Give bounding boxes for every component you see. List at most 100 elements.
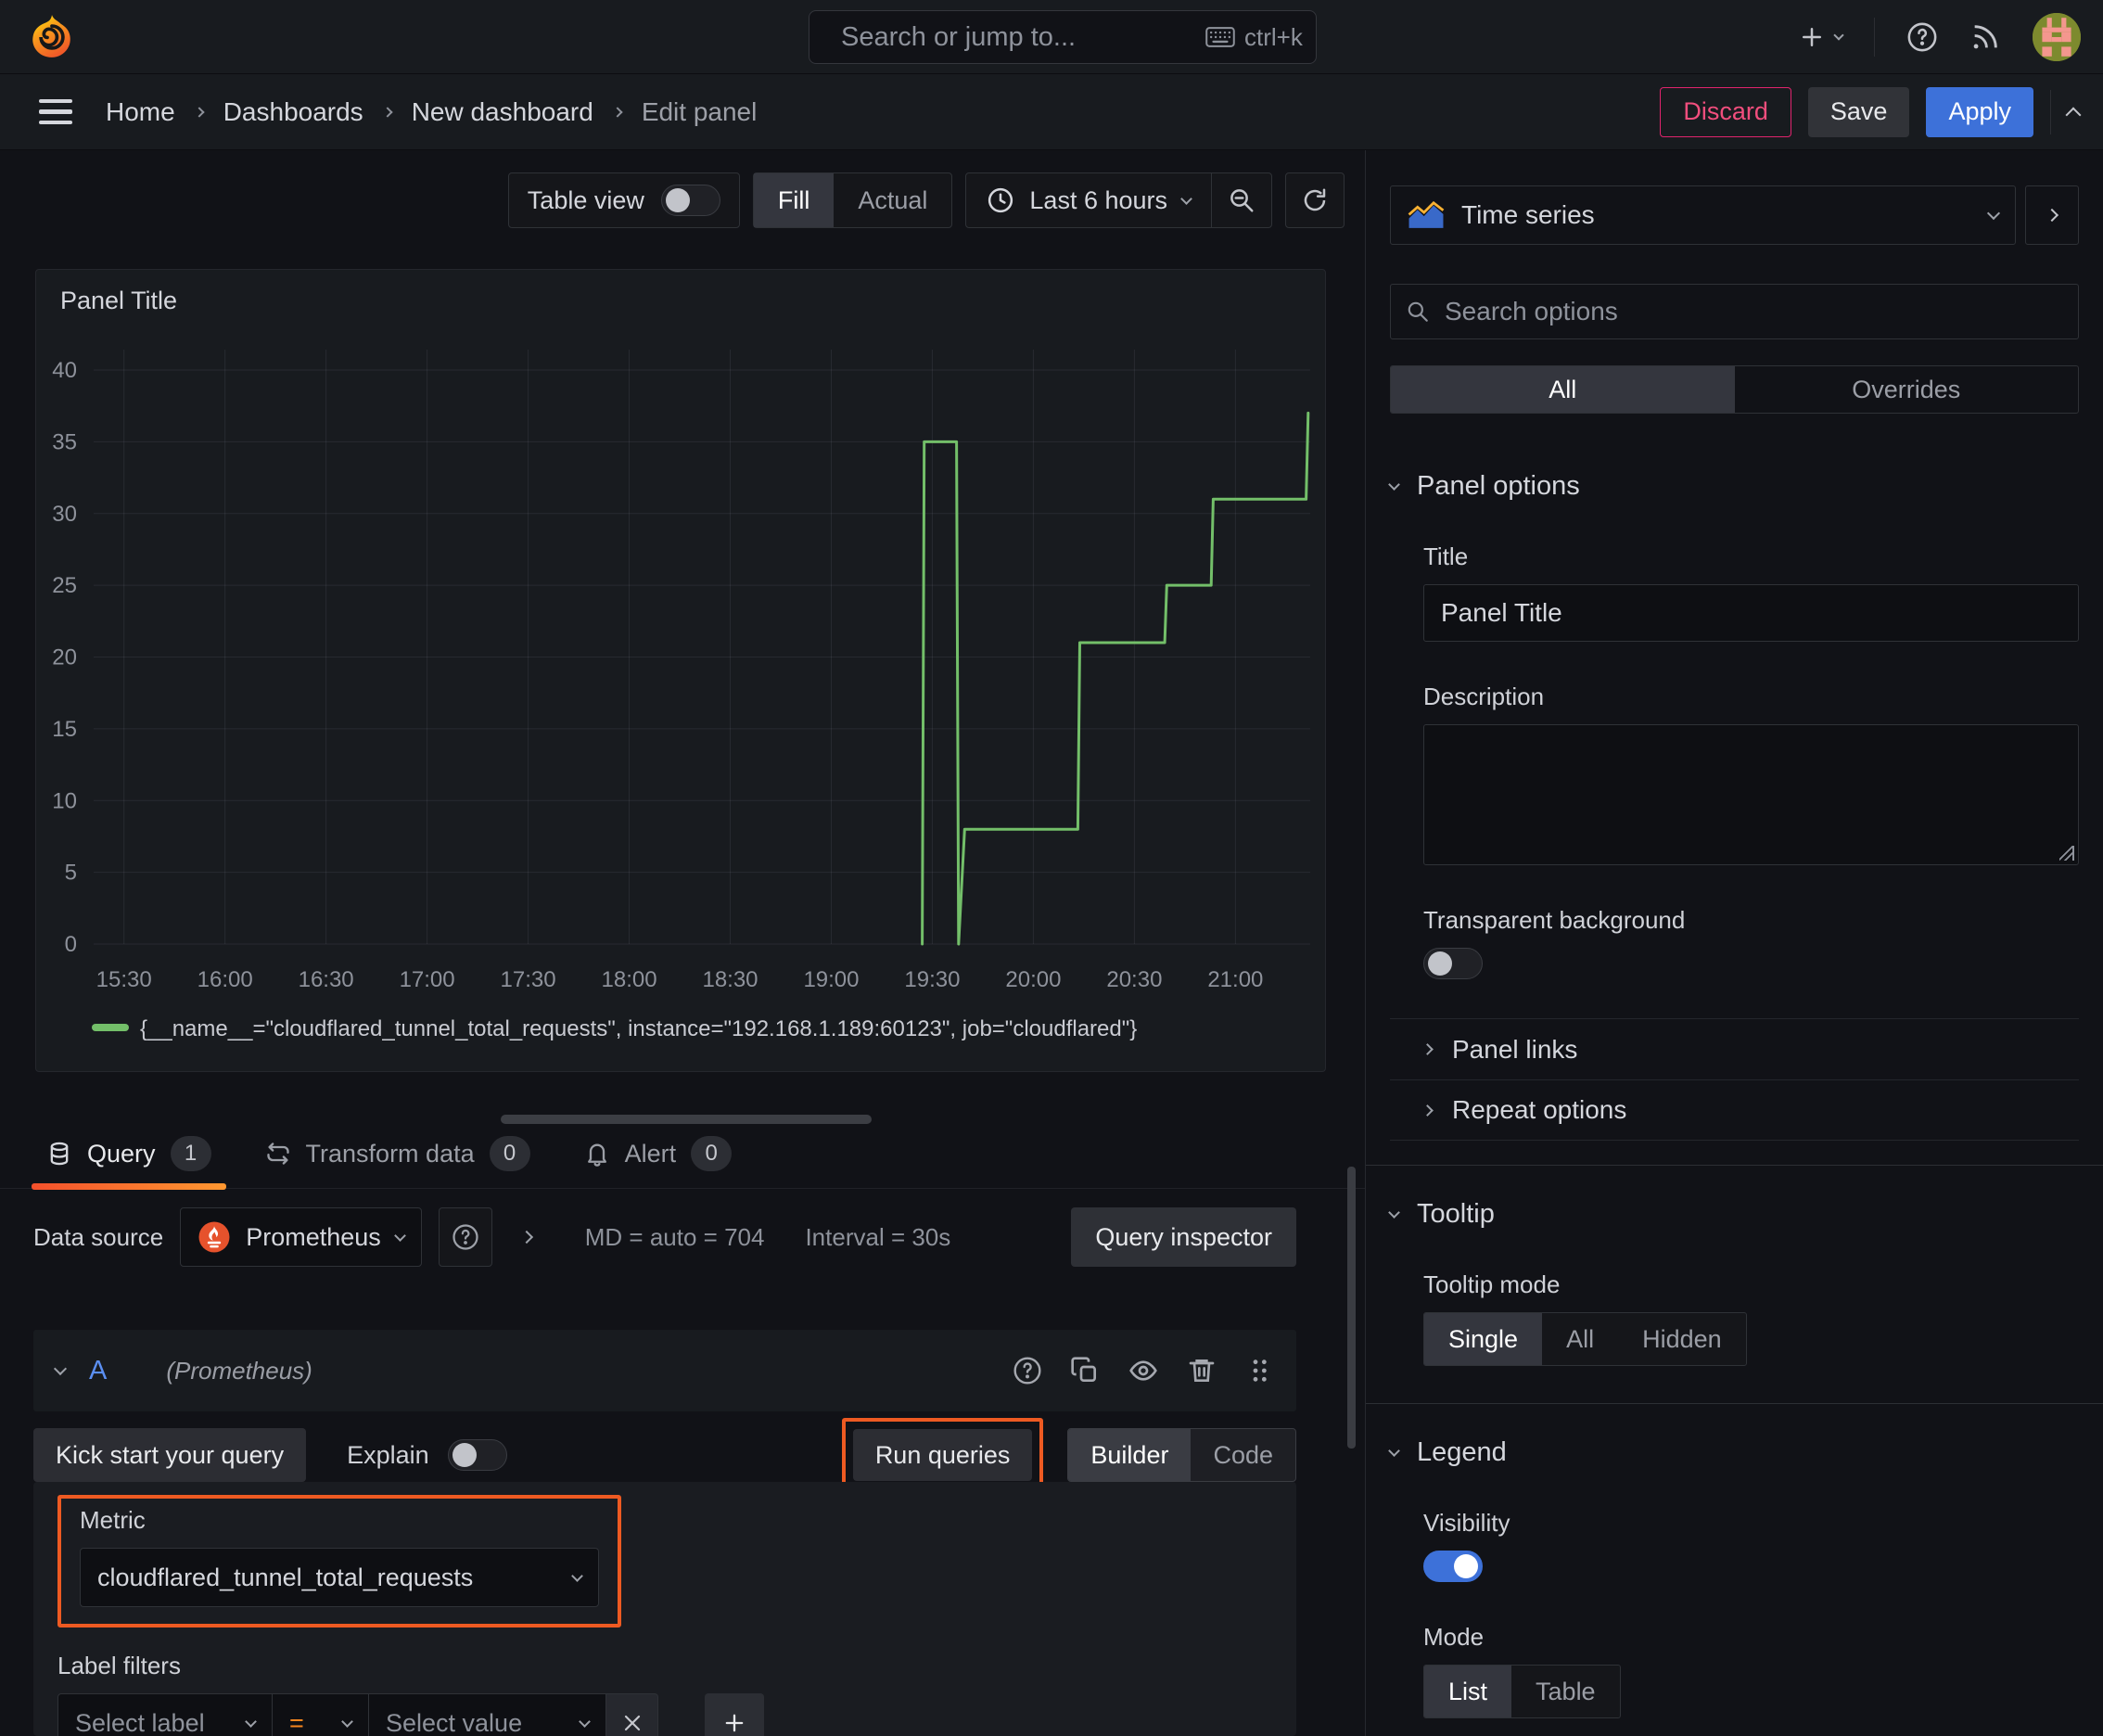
tab-alert[interactable]: Alert 0: [569, 1136, 747, 1188]
legend-header[interactable]: Legend: [1388, 1437, 2079, 1468]
question-circle-icon[interactable]: [1013, 1356, 1042, 1385]
breadcrumb-new-dashboard[interactable]: New dashboard: [412, 97, 593, 127]
svg-text:19:30: 19:30: [904, 967, 960, 992]
repeat-options-section[interactable]: Repeat options: [1390, 1079, 2079, 1141]
svg-text:20:00: 20:00: [1005, 967, 1061, 992]
select-label-dropdown[interactable]: Select label: [57, 1693, 273, 1736]
drag-grip-icon[interactable]: [1244, 1356, 1274, 1385]
vertical-scrollbar[interactable]: [1347, 1167, 1356, 1449]
run-queries-button[interactable]: Run queries: [852, 1429, 1033, 1481]
legend-visibility-label: Visibility: [1423, 1509, 1510, 1537]
help-icon[interactable]: [1906, 21, 1938, 53]
nav-bar: Home Dashboards New dashboard Edit panel…: [0, 74, 2103, 150]
kick-start-button[interactable]: Kick start your query: [33, 1428, 307, 1482]
discard-button[interactable]: Discard: [1660, 86, 1791, 137]
tab-transform-data[interactable]: Transform data 0: [250, 1136, 545, 1188]
code-option[interactable]: Code: [1191, 1429, 1295, 1481]
tab-overrides[interactable]: Overrides: [1735, 366, 2079, 413]
title-label: Title: [1423, 542, 1469, 570]
metric-label: Metric: [80, 1506, 146, 1534]
datasource-help-button[interactable]: [438, 1207, 492, 1267]
fill-option[interactable]: Fill: [753, 173, 835, 227]
tooltip-mode-hidden[interactable]: Hidden: [1618, 1313, 1746, 1365]
add-filter-button[interactable]: [705, 1693, 764, 1736]
query-row-header: A (Prometheus): [33, 1330, 1296, 1411]
description-textarea[interactable]: [1424, 725, 2078, 864]
top-bar: ctrl+k: [0, 0, 2103, 74]
keyboard-icon: [1205, 27, 1235, 47]
breadcrumb-separator-icon: [612, 106, 623, 118]
builder-code-switch: Builder Code: [1067, 1428, 1296, 1482]
svg-text:15: 15: [52, 717, 77, 742]
collapse-options-button[interactable]: [2025, 185, 2079, 245]
collapse-header-icon[interactable]: [2065, 107, 2082, 122]
trash-icon[interactable]: [1187, 1356, 1217, 1385]
table-view-label: Table view: [527, 185, 644, 214]
svg-text:16:00: 16:00: [198, 967, 253, 992]
query-inspector-button[interactable]: Query inspector: [1071, 1207, 1296, 1267]
add-menu-button[interactable]: [1798, 23, 1844, 51]
description-label: Description: [1423, 683, 1545, 710]
datasource-value: Prometheus: [246, 1222, 381, 1251]
user-avatar[interactable]: [2033, 13, 2081, 61]
refresh-button[interactable]: [1285, 172, 1345, 228]
svg-text:20: 20: [52, 645, 77, 670]
save-button[interactable]: Save: [1807, 86, 1910, 137]
chart-svg[interactable]: 0 5 10 15 20 25 30 35 40 15:30 16:00 16:30 17:00 17:3…: [36, 322, 1325, 1064]
svg-text:18:00: 18:00: [602, 967, 657, 992]
tooltip-header-label: Tooltip: [1417, 1199, 1495, 1229]
breadcrumb-home[interactable]: Home: [106, 97, 175, 127]
table-view-toggle[interactable]: [660, 185, 720, 216]
visualization-select[interactable]: Time series: [1390, 185, 2016, 245]
actions-divider: [2050, 89, 2051, 134]
menu-toggle-icon[interactable]: [39, 98, 72, 125]
options-search-input[interactable]: [1443, 296, 2063, 327]
legend-mode-table[interactable]: Table: [1511, 1666, 1620, 1717]
resize-grip-icon[interactable]: [2059, 846, 2074, 861]
bell-icon: [587, 1143, 606, 1167]
tooltip-mode-label: Tooltip mode: [1423, 1270, 1561, 1298]
tooltip-mode-single[interactable]: Single: [1424, 1313, 1543, 1365]
time-range-picker[interactable]: Last 6 hours: [966, 186, 1211, 215]
global-search-input[interactable]: [839, 20, 1192, 54]
legend-visibility-toggle[interactable]: [1423, 1551, 1483, 1582]
refresh-icon: [1304, 188, 1326, 211]
transparent-background-toggle[interactable]: [1423, 948, 1483, 979]
panel-options-header[interactable]: Panel options: [1388, 471, 2079, 502]
database-icon: [50, 1142, 69, 1166]
expand-options-icon[interactable]: [519, 1230, 533, 1245]
panel-title-input[interactable]: [1423, 584, 2079, 642]
time-range-group: Last 6 hours: [965, 172, 1272, 228]
apply-button[interactable]: Apply: [1926, 86, 2033, 137]
select-value-dropdown[interactable]: Select value: [369, 1693, 606, 1736]
tab-all[interactable]: All: [1391, 366, 1735, 413]
tooltip-mode-all[interactable]: All: [1542, 1313, 1618, 1365]
explain-toggle[interactable]: [447, 1439, 507, 1471]
metric-select[interactable]: cloudflared_tunnel_total_requests: [80, 1548, 599, 1607]
options-search: [1390, 284, 2079, 339]
builder-option[interactable]: Builder: [1068, 1429, 1192, 1481]
eye-icon[interactable]: [1128, 1356, 1159, 1385]
remove-filter-button[interactable]: [606, 1693, 658, 1736]
panel-links-section[interactable]: Panel links: [1390, 1018, 2079, 1079]
news-rss-icon[interactable]: [1969, 21, 2001, 53]
datasource-select[interactable]: Prometheus: [180, 1207, 422, 1267]
breadcrumb: Home Dashboards New dashboard Edit panel: [106, 97, 757, 127]
svg-text:0: 0: [65, 932, 77, 957]
label-filters-section: Label filters Select label = Select valu…: [57, 1652, 1272, 1736]
tab-alert-badge: 0: [691, 1136, 733, 1171]
query-section-tabs: Query 1 Transform data 0 Alert 0: [0, 1122, 1365, 1190]
breadcrumb-dashboards[interactable]: Dashboards: [223, 97, 363, 127]
tab-query[interactable]: Query 1: [32, 1136, 226, 1190]
legend-mode-list[interactable]: List: [1424, 1666, 1512, 1717]
tooltip-header[interactable]: Tooltip: [1388, 1199, 2079, 1230]
operator-dropdown[interactable]: =: [273, 1693, 369, 1736]
svg-text:17:00: 17:00: [400, 967, 455, 992]
query-row-actions: [1013, 1356, 1274, 1385]
grafana-logo-icon[interactable]: [28, 13, 76, 61]
actual-option[interactable]: Actual: [834, 173, 951, 227]
collapse-query-icon[interactable]: [53, 1361, 68, 1376]
zoom-out-button[interactable]: [1212, 186, 1271, 214]
duplicate-icon[interactable]: [1070, 1356, 1100, 1385]
visualization-row: Time series: [1390, 185, 2079, 245]
